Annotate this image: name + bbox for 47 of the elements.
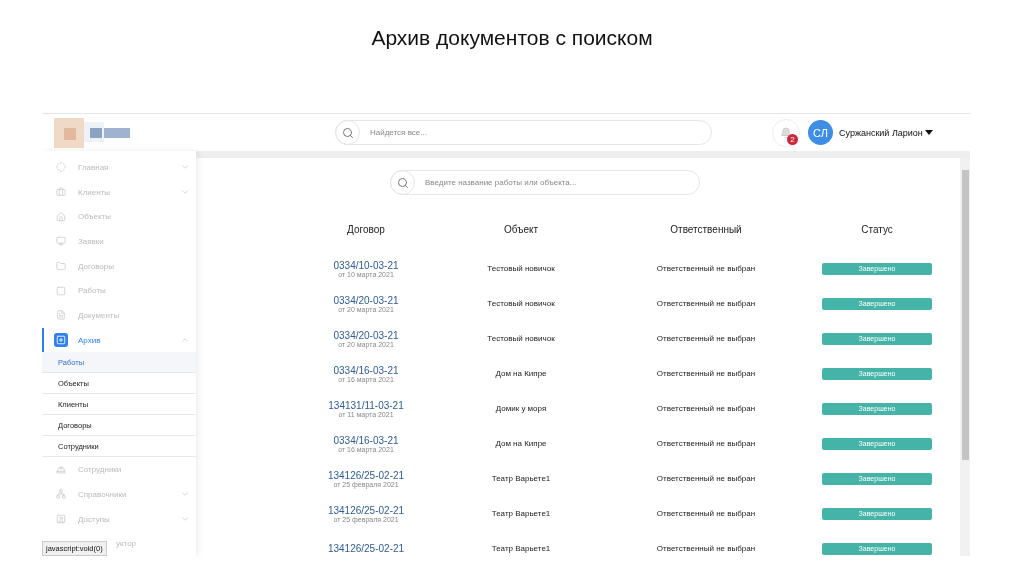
- responsible-cell-text: Ответственный не выбран: [655, 473, 757, 485]
- contract-link[interactable]: 0334/16-03-21: [333, 364, 399, 376]
- responsible-cell-text: Ответственный не выбран: [655, 403, 757, 415]
- object-cell-text: Театр Варьете1: [490, 473, 552, 485]
- column-header: Объект: [502, 222, 540, 237]
- object-cell-text: Театр Варьете1: [490, 508, 552, 520]
- file-icon: [54, 308, 68, 323]
- responsible-cell-text: Ответственный не выбран: [655, 438, 757, 450]
- contract-link[interactable]: 0334/20-03-21: [333, 329, 399, 341]
- object-cell-text: Тестовый новичок: [486, 333, 556, 345]
- object-cell-text: Тестовый новичок: [486, 263, 556, 275]
- network-icon: [54, 487, 68, 502]
- contract-link[interactable]: 134126/25-02-21: [327, 543, 405, 554]
- bell-icon: [780, 126, 792, 139]
- object-cell-text: Дом на Кипре: [494, 368, 548, 380]
- responsible-cell-text: Ответственный не выбран: [655, 508, 757, 520]
- object-cell-text: Тестовый новичок: [486, 298, 556, 310]
- object-cell-text: Театр Варьете1: [490, 543, 552, 555]
- contract-link[interactable]: 134131/11-03-21: [328, 399, 404, 411]
- caret-icon: [924, 130, 933, 135]
- folder-icon: [54, 259, 68, 273]
- search-field[interactable]: Найдется все...: [335, 120, 712, 145]
- contract-link[interactable]: 134126/25-02-21: [327, 504, 405, 516]
- responsible-cell-text: Ответственный не выбран: [655, 368, 757, 380]
- briefcase-icon: [54, 185, 68, 199]
- object-cell-text: Дом на Кипре: [494, 438, 548, 450]
- object-cell-text: Домик у моря: [494, 403, 548, 415]
- archive-search-field[interactable]: Введите название работы или объекта...: [390, 170, 700, 195]
- column-header: Ответственный: [669, 222, 743, 237]
- circle-icon: [54, 160, 68, 175]
- search-icon: [341, 126, 354, 139]
- house-icon: [54, 209, 68, 224]
- search-icon: [396, 176, 409, 189]
- user-avatar[interactable]: СЛ: [808, 120, 833, 145]
- contract-link[interactable]: 0334/10-03-21: [333, 259, 399, 271]
- responsible-cell-text: Ответственный не выбран: [655, 298, 757, 310]
- column-header: Договор: [346, 222, 386, 237]
- responsible-cell-text: Ответственный не выбран: [655, 333, 757, 345]
- notification-count: 2: [787, 133, 798, 145]
- column-header: Статус: [860, 222, 894, 237]
- responsible-cell-text: Ответственный не выбран: [655, 263, 757, 275]
- contract-link[interactable]: 134126/25-02-21: [327, 469, 405, 481]
- user-name[interactable]: Суржанский Ларион: [839, 127, 923, 138]
- slide-title: Архив документов с поиском: [371, 26, 653, 51]
- contract-link[interactable]: 0334/16-03-21: [333, 434, 399, 446]
- responsible-cell-text: Ответственный не выбран: [655, 543, 757, 555]
- contract-link[interactable]: 0334/20-03-21: [333, 294, 399, 306]
